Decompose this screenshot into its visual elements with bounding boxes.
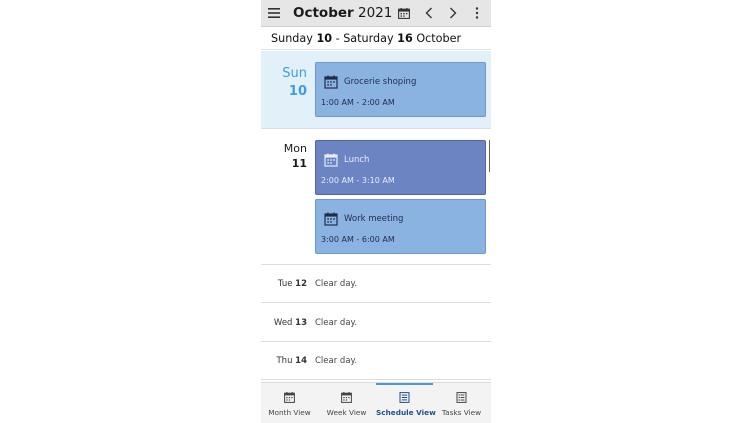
event-card[interactable]: Grocerie shoping 1:00 AM - 2:00 AM [315, 62, 486, 117]
calendar-icon [341, 392, 352, 403]
active-tab-indicator [376, 383, 433, 385]
list-icon [399, 392, 410, 403]
calendar-icon [324, 75, 338, 89]
range-start-day: Sunday [271, 31, 313, 45]
day-monday[interactable]: Mon 11 Lunch 2:00 AM - 3:10 AM Work meet… [261, 130, 491, 265]
day-name: Thu [276, 356, 293, 366]
range-start-num: 10 [316, 31, 333, 45]
calendar-icon [324, 153, 338, 167]
day-number: 13 [295, 318, 307, 328]
calendar-icon [324, 212, 338, 226]
day-name: Tue [277, 279, 293, 289]
day-header: Sun 10 [261, 66, 307, 99]
date-range-header: Sunday 10 - Saturday 16 October [261, 27, 491, 50]
chevron-right-icon[interactable] [445, 0, 461, 26]
day-label: Thu 14 [261, 342, 307, 380]
range-end-num: 16 [397, 31, 413, 45]
bottom-navigation: Month View Week View Schedule View Tasks… [261, 382, 491, 423]
event-time: 1:00 AM - 2:00 AM [321, 98, 395, 107]
nav-schedule-view[interactable]: Schedule View [376, 383, 436, 423]
nav-month-view[interactable]: Month View [261, 383, 318, 423]
day-name: Sun [282, 66, 307, 81]
day-header: Mon 11 [261, 142, 307, 170]
day-label: Wed 13 [261, 304, 307, 342]
day-number: 10 [288, 84, 307, 99]
nav-week-view[interactable]: Week View [318, 383, 375, 423]
calendar-icon[interactable] [395, 0, 413, 26]
scrollbar[interactable] [489, 140, 490, 172]
event-card[interactable]: Lunch 2:00 AM - 3:10 AM [315, 140, 486, 195]
chevron-left-icon[interactable] [421, 0, 437, 26]
day-row-thursday[interactable]: Thu 14 Clear day. [261, 342, 491, 380]
event-card[interactable]: Work meeting 3:00 AM - 6:00 AM [315, 199, 486, 254]
event-title: Grocerie shoping [344, 77, 417, 87]
range-month: October [416, 31, 462, 45]
nav-label: Week View [326, 408, 367, 417]
event-time: 2:00 AM - 3:10 AM [321, 176, 395, 185]
day-sunday[interactable]: Sun 10 Grocerie shoping 1:00 AM - 2:00 A… [261, 51, 491, 129]
nav-label: Tasks View [441, 408, 482, 417]
clear-day-text: Clear day. [315, 318, 358, 328]
top-bar: October 2021 [261, 0, 491, 27]
day-number: 11 [291, 157, 307, 170]
clear-day-text: Clear day. [315, 279, 358, 289]
event-title: Lunch [344, 155, 370, 165]
event-time: 3:00 AM - 6:00 AM [321, 235, 395, 244]
nav-tasks-view[interactable]: Tasks View [433, 383, 490, 423]
range-separator: - [335, 31, 340, 45]
range-end-day: Saturday [343, 31, 394, 45]
calendar-icon [284, 392, 295, 403]
day-number: 14 [295, 356, 307, 366]
day-row-tuesday[interactable]: Tue 12 Clear day. [261, 265, 491, 303]
nav-label: Schedule View [376, 408, 436, 417]
page-title[interactable]: October 2021 [293, 0, 392, 26]
day-label: Tue 12 [261, 265, 307, 303]
title-year: 2021 [357, 5, 393, 21]
clear-day-text: Clear day. [315, 356, 358, 366]
event-title: Work meeting [344, 214, 404, 224]
calendar-app: October 2021 Sunday 10 - Saturday 16 Oct… [261, 0, 491, 423]
title-month: October [293, 5, 354, 21]
day-row-wednesday[interactable]: Wed 13 Clear day. [261, 304, 491, 342]
nav-label: Month View [268, 408, 311, 417]
more-vertical-icon[interactable] [469, 0, 485, 26]
day-name: Wed [273, 318, 293, 328]
menu-icon[interactable] [265, 0, 283, 26]
day-name: Mon [283, 142, 307, 155]
tasks-icon [456, 392, 467, 403]
day-number: 12 [295, 279, 307, 289]
